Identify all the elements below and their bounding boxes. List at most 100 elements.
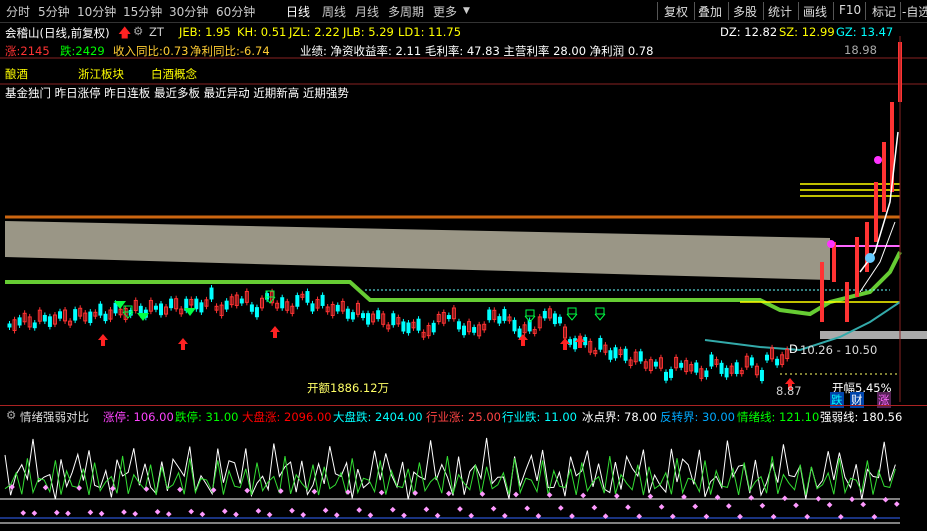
concept-liquor[interactable]: 酿酒 [5,66,28,82]
limit-up-dot [725,503,732,509]
limit-up-dot [300,512,307,518]
divider [900,2,901,20]
emotion-indicator-chart[interactable] [0,425,927,531]
chevron-down-icon[interactable]: ▼ [463,6,470,16]
concept-baijiu[interactable]: 白酒概念 [151,66,197,82]
dz-value: DZ: 12.82 [720,25,778,39]
tab-multi-period[interactable]: 多周期 [388,3,424,20]
limit-up-dot [367,512,374,519]
biaoji-button[interactable]: 标记 [872,3,896,20]
tab-10min[interactable]: 10分钟 [77,3,116,20]
income-yoy: 收入同比:0.73 [113,44,189,58]
tab-weekly[interactable]: 周线 [322,3,346,20]
candle-body [350,312,355,320]
divider [694,2,695,20]
candle-body [345,308,350,319]
candle-body [487,309,492,321]
diejia-button[interactable]: 叠加 [698,3,722,20]
candle-body [391,313,396,326]
tab-more[interactable]: 更多 [433,3,457,20]
limit-up-dot [65,510,71,517]
pink-marker [874,156,882,164]
profit-yoy: 净利同比:-6.74 [190,44,270,58]
divider [865,2,866,20]
candle-body [295,295,300,307]
candle-body [153,305,158,310]
tab-60min[interactable]: 60分钟 [216,3,255,20]
candle-body [456,321,461,330]
candle-body [775,358,780,366]
jlb-value: JLB: 5.29 [343,25,394,39]
limit-up-dot [289,507,295,514]
candle-body [416,318,421,331]
candle-body [239,298,244,304]
tab-daily[interactable]: 日线 [286,3,310,20]
limit-up-dot [20,510,27,516]
candle-body [159,303,163,316]
divider [728,2,729,20]
stock-tags: 基金独门 昨日涨停 昨日连板 最近多板 最近异动 近期新高 近期强势 [5,86,349,100]
sub-indicator-title: 情绪强弱对比 [20,410,89,424]
candle-body [249,304,254,312]
limit-up-dot [524,505,531,512]
tab-15min[interactable]: 15分钟 [123,3,162,20]
candle-body [749,357,754,366]
limit-up-dot [759,502,766,509]
limit-up-dot [132,511,139,517]
amount-label: 开额1886.12万 [307,381,390,395]
tongji-button[interactable]: 统计 [768,3,792,20]
limit-up-dot [322,507,329,514]
candle-body [88,311,93,324]
red-up-arrow [178,338,188,350]
sz-value: SZ: 12.99 [779,25,835,39]
limit-up-dot [42,484,49,491]
kh-value: KH: 0.51 [237,25,287,39]
market-down-count: 跌:2429 [60,44,105,58]
limit-up-dot [613,493,620,499]
limit-up-dot [860,501,867,508]
limit-up-dot [557,505,564,511]
limit-up-dot [266,511,273,518]
limit-up-dot [893,501,900,507]
tab-30min[interactable]: 30分钟 [169,3,208,20]
tab-monthly[interactable]: 月线 [355,3,379,20]
candle-body [679,362,684,368]
limit-up-dot [143,486,150,492]
market-up-count: 涨:2145 [5,44,50,58]
candle-body [224,300,229,310]
rally-candle [874,182,878,242]
candle-body [209,287,214,300]
limit-up-dot [804,513,811,520]
limit-up-dot [837,513,844,520]
limit-up-dot [221,508,228,515]
zixuan-button[interactable]: -自选 [902,3,927,20]
limit-up-dot [378,489,385,496]
concept-zhejiang[interactable]: 浙江板块 [78,66,124,82]
limit-up-dot [98,510,105,517]
limit-up-dot [849,496,855,503]
fuquan-button[interactable]: 复权 [664,3,688,20]
limit-up-dot [244,487,251,494]
kline-chart[interactable] [0,22,927,422]
ball-marker [865,253,875,263]
sub-legend-item: 涨停: 106.00 [103,410,174,424]
settings-icon[interactable]: ⚙ [133,24,143,38]
candle-body [608,350,613,360]
sub-settings-icon[interactable]: ⚙ [6,408,16,422]
candle-body [704,370,709,378]
f10-button[interactable]: F10 [839,3,861,17]
candle-body [254,307,259,318]
tab-fenshi[interactable]: 分时 [6,3,30,20]
ld1-value: LD1: 11.75 [398,25,462,39]
limit-up-dot [770,513,777,520]
huaxian-button[interactable]: 画线 [803,3,827,20]
high-price-label: 18.98 [844,43,877,57]
rally-candle [820,262,824,322]
tab-5min[interactable]: 5分钟 [38,3,70,20]
sub-legend-item: 跌停: 31.00 [175,410,239,424]
candle-body [42,314,47,322]
limit-up-dot [31,510,38,516]
divider [798,2,799,20]
limit-up-dot [165,511,172,517]
duogu-button[interactable]: 多股 [733,3,757,20]
